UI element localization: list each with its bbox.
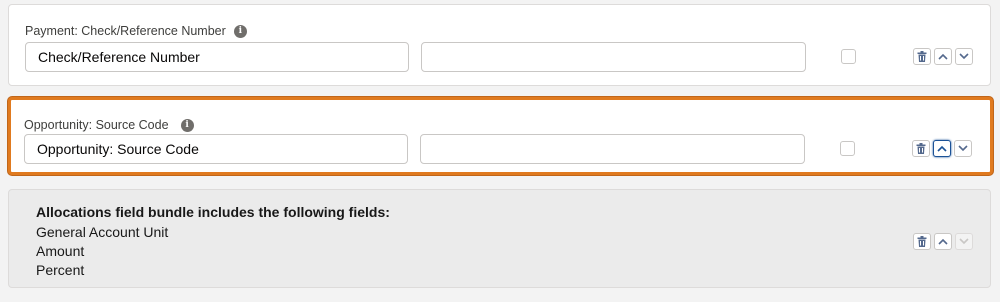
delete-button[interactable] [912, 140, 930, 157]
chevron-down-icon [958, 145, 968, 152]
target-field-input[interactable] [420, 134, 805, 164]
field-mapping-row-2: Opportunity: Source Code i Opportunity: … [8, 97, 993, 175]
row-actions [912, 140, 972, 157]
bundle-title: Allocations field bundle includes the fo… [36, 204, 390, 220]
trash-icon [916, 143, 926, 154]
move-down-button[interactable] [954, 140, 972, 157]
chevron-up-icon [938, 53, 948, 60]
allocations-bundle-card: Allocations field bundle includes the fo… [8, 189, 991, 288]
trash-icon [917, 51, 927, 62]
info-icon[interactable]: i [180, 118, 194, 132]
required-checkbox[interactable] [840, 141, 855, 156]
bundle-field-item: General Account Unit [36, 224, 169, 240]
chevron-down-icon [959, 53, 969, 60]
row-actions [913, 233, 973, 250]
chevron-down-icon [959, 238, 969, 245]
field-label-text: Opportunity: Source Code [24, 118, 169, 132]
field-label: Payment: Check/Reference Number i [25, 24, 247, 38]
field-label: Opportunity: Source Code i [24, 118, 194, 132]
required-checkbox[interactable] [841, 49, 856, 64]
move-down-button[interactable] [955, 48, 973, 65]
chevron-up-icon [938, 238, 948, 245]
move-up-button[interactable] [934, 48, 952, 65]
row-actions [913, 48, 973, 65]
delete-button[interactable] [913, 233, 931, 250]
move-up-button[interactable] [933, 140, 951, 157]
info-icon[interactable]: i [233, 24, 247, 38]
bundle-field-item: Amount [36, 243, 85, 259]
move-down-button[interactable] [955, 233, 973, 250]
source-field-input[interactable]: Check/Reference Number [25, 42, 409, 72]
source-field-input[interactable]: Opportunity: Source Code [24, 134, 408, 164]
field-mapping-row-1: Payment: Check/Reference Number i Check/… [8, 4, 991, 86]
target-field-input[interactable] [421, 42, 806, 72]
field-label-text: Payment: Check/Reference Number [25, 24, 226, 38]
chevron-up-icon [937, 145, 947, 152]
trash-icon [917, 236, 927, 247]
move-up-button[interactable] [934, 233, 952, 250]
delete-button[interactable] [913, 48, 931, 65]
bundle-field-item: Percent [36, 262, 85, 278]
